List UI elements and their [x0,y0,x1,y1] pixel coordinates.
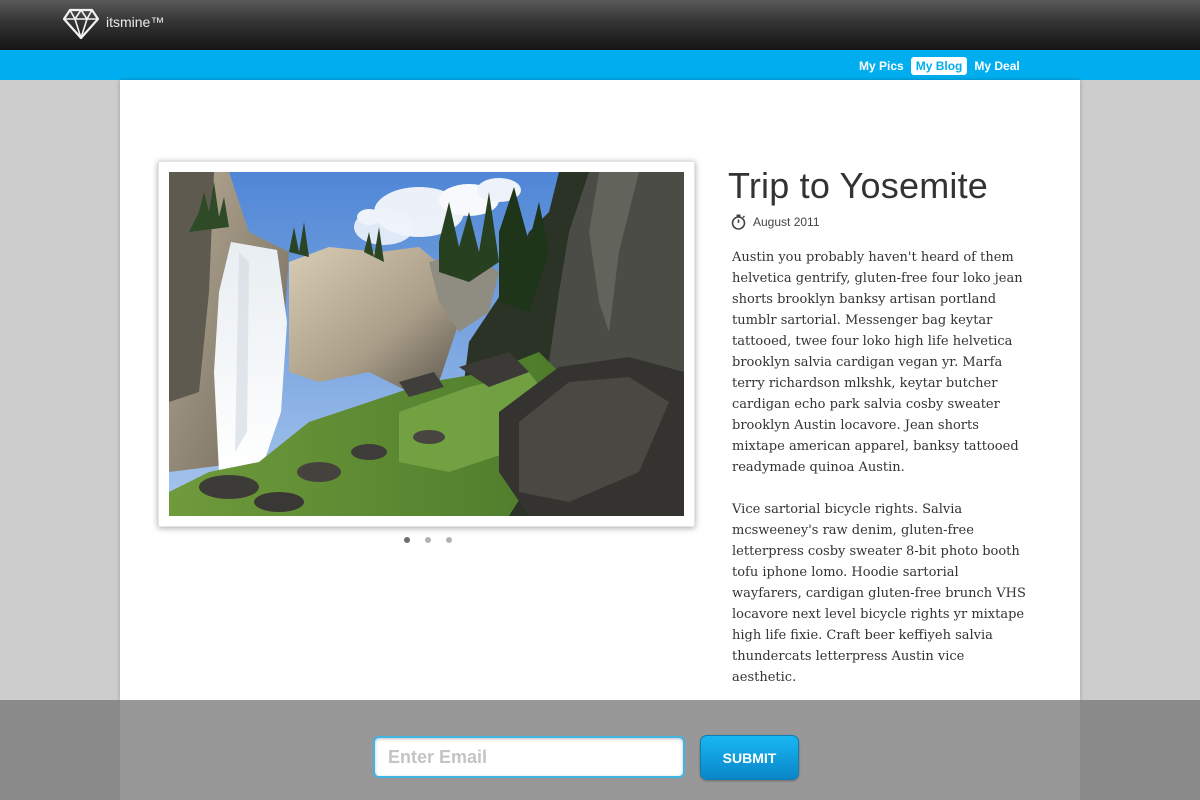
post-date-row: August 2011 [731,214,820,230]
slider-dot[interactable] [404,537,410,543]
slider-dots [404,537,452,543]
diamond-icon[interactable] [63,8,99,40]
nav-item-my-blog[interactable]: My Blog [910,57,968,75]
post-date: August 2011 [753,215,820,229]
yosemite-waterfall-photo [169,172,684,516]
slider-dot[interactable] [425,537,431,543]
email-input[interactable] [373,736,685,778]
post-body: Austin you probably haven't heard of the… [732,247,1032,709]
nav-item-my-deal[interactable]: My Deal [971,57,1022,75]
slider-dot[interactable] [446,537,452,543]
nav-item-my-pics[interactable]: My Pics [856,57,907,75]
post-paragraph: Austin you probably haven't heard of the… [732,250,1023,475]
top-header-bar [0,0,1200,50]
brand-name[interactable]: itsmine™ [106,14,164,30]
post-paragraph: Vice sartorial bicycle rights. Salvia mc… [732,502,1026,685]
main-nav: My Pics My Blog My Deal [856,57,1023,75]
submit-button[interactable]: SUBMIT [700,735,799,780]
post-title: Trip to Yosemite [728,165,988,206]
stopwatch-icon [731,214,746,230]
